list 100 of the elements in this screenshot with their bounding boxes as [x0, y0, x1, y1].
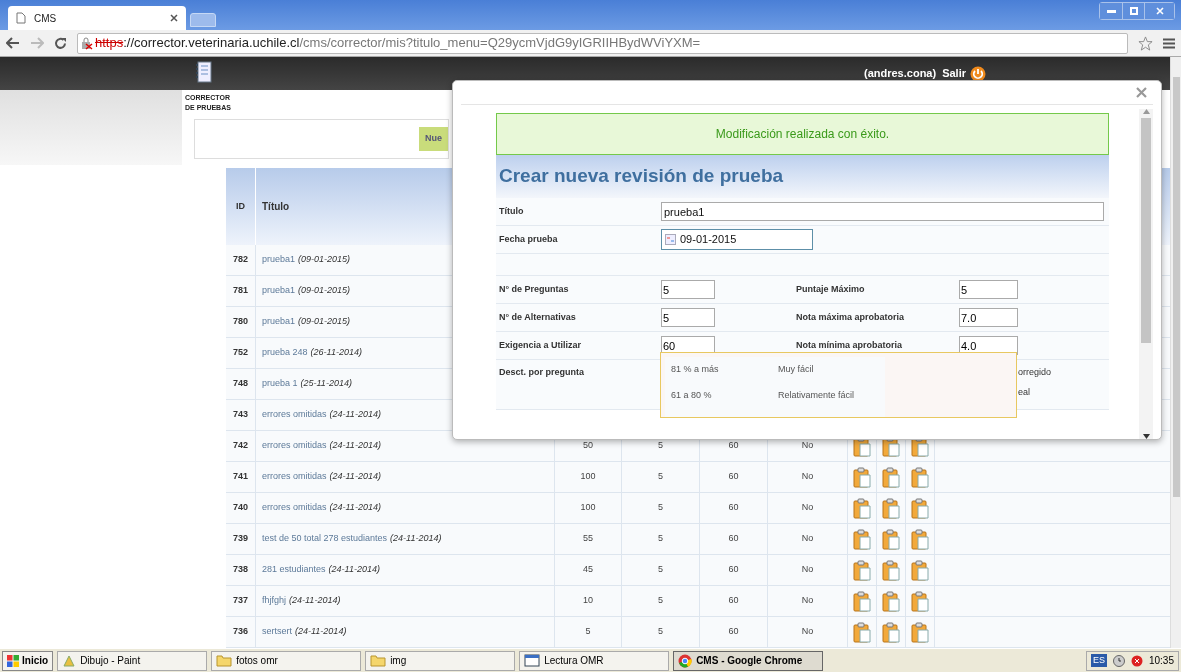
taskbar-button[interactable]: img [365, 650, 516, 671]
logout-link[interactable]: Salir [942, 65, 966, 82]
folder-icon [370, 654, 387, 667]
start-button[interactable]: Inicio [2, 650, 54, 671]
tab-title: CMS [34, 11, 58, 26]
star-icon[interactable] [1138, 35, 1153, 51]
forward-arrow-icon[interactable] [30, 37, 44, 49]
id-cell: 781 [226, 276, 256, 306]
id-cell: 782 [226, 245, 256, 275]
notebook-icon [196, 60, 212, 83]
calendar-icon[interactable] [665, 234, 676, 245]
browser-icon [678, 653, 693, 668]
title-link[interactable]: errores omitidas (24-11-2014) [256, 462, 555, 492]
clipboard-icon[interactable] [911, 590, 929, 612]
title-link[interactable]: 281 estudiantes (24-11-2014) [256, 555, 555, 585]
id-cell: 742 [226, 431, 256, 461]
table-cell: 5 [622, 617, 700, 647]
taskbar-button[interactable]: CMS - Google Chrome [673, 650, 824, 671]
table-cell: 60 [700, 524, 768, 554]
title-link[interactable]: test de 50 total 278 estudiantes (24-11-2014) [256, 524, 555, 554]
power-icon[interactable] [970, 65, 986, 82]
clipboard-icon[interactable] [853, 528, 871, 550]
dialog-scrollbar[interactable] [1139, 109, 1153, 439]
table-cell: No [768, 524, 848, 554]
clock-icon [1112, 654, 1125, 667]
clipboard-icon[interactable] [911, 559, 929, 581]
restore-button[interactable] [1122, 3, 1144, 19]
number-field[interactable]: 7.0 [959, 308, 1018, 327]
scroll-down-arrow-icon[interactable] [1142, 434, 1150, 439]
close-window-button[interactable] [1144, 3, 1174, 19]
clipboard-icon[interactable] [911, 528, 929, 550]
language-indicator[interactable]: ES [1090, 653, 1107, 668]
table-cell: 5 [622, 493, 700, 523]
table-cell: No [768, 586, 848, 616]
range-text: 81 % a más [671, 363, 720, 377]
date-field[interactable]: 09-01-2015 [661, 229, 813, 250]
clipboard-icon[interactable] [911, 466, 929, 488]
clock-text: 10:35 [1148, 654, 1174, 668]
clipboard-icon[interactable] [853, 466, 871, 488]
clipboard-icon[interactable] [882, 528, 900, 550]
id-cell: 739 [226, 524, 256, 554]
id-cell: 740 [226, 493, 256, 523]
scroll-up-arrow-icon[interactable] [1142, 109, 1150, 114]
close-icon[interactable] [170, 14, 178, 22]
title-link[interactable]: sertsert (24-11-2014) [256, 617, 555, 647]
back-arrow-icon[interactable] [6, 37, 20, 49]
clipboard-icon[interactable] [853, 590, 871, 612]
table-cell: 100 [555, 462, 622, 492]
success-message: Modificación realizada con éxito. [496, 113, 1109, 155]
reload-icon[interactable] [54, 36, 67, 50]
table-cell: No [768, 555, 848, 585]
clipboard-icon[interactable] [882, 497, 900, 519]
number-field[interactable]: 5 [661, 280, 715, 299]
clipboard-icon[interactable] [853, 621, 871, 643]
field-label: Puntaje Máximo [796, 282, 866, 296]
clipboard-icon[interactable] [882, 466, 900, 488]
table-cell: 5 [622, 462, 700, 492]
taskbar-button[interactable]: fotos omr [211, 650, 362, 671]
column-header: Título [262, 200, 290, 214]
window-icon [524, 654, 541, 667]
table-cell: 60 [700, 493, 768, 523]
taskbar-button[interactable]: Lectura OMR [519, 650, 670, 671]
difficulty-text: Muy fácil [778, 363, 814, 377]
number-field[interactable]: 5 [661, 308, 715, 327]
table-cell: 60 [700, 586, 768, 616]
field-label: Fecha prueba [498, 232, 559, 246]
id-cell: 741 [226, 462, 256, 492]
clipboard-icon[interactable] [853, 559, 871, 581]
number-field[interactable]: 5 [959, 280, 1018, 299]
windows-logo-icon [7, 654, 19, 667]
id-cell: 748 [226, 369, 256, 399]
address-field[interactable]: https://corrector.veterinaria.uchile.cl/cms/corrector/mis?titulo_menu=Q29ycmVjdG9yIGRIIHBydWViYXM= [77, 32, 1128, 54]
clipboard-icon[interactable] [911, 497, 929, 519]
range-text: 61 a 80 % [671, 389, 713, 403]
text-field[interactable]: prueba1 [661, 202, 1104, 221]
table-cell: No [768, 462, 848, 492]
table-cell: 5 [622, 555, 700, 585]
minimize-button[interactable] [1100, 3, 1122, 19]
taskbar-button[interactable]: Dibujo - Paint [57, 650, 208, 671]
table-cell: 60 [700, 555, 768, 585]
clipboard-icon[interactable] [882, 590, 900, 612]
clipboard-icon[interactable] [882, 621, 900, 643]
folder-icon [216, 654, 233, 667]
page-scrollbar[interactable] [1170, 57, 1181, 648]
new-button[interactable]: Nue [419, 127, 448, 151]
clipboard-icon[interactable] [853, 497, 871, 519]
menu-icon[interactable] [1163, 37, 1175, 49]
id-cell: 743 [226, 400, 256, 430]
clipboard-icon[interactable] [882, 559, 900, 581]
difficulty-text: Relativamente fácil [778, 389, 855, 403]
table-cell: 55 [555, 524, 622, 554]
clipboard-icon[interactable] [911, 621, 929, 643]
id-cell: 737 [226, 586, 256, 616]
table-cell: 45 [555, 555, 622, 585]
id-cell: 738 [226, 555, 256, 585]
column-header: ID [236, 199, 245, 213]
title-link[interactable]: errores omitidas (24-11-2014) [256, 493, 555, 523]
title-link[interactable]: fhjfghj (24-11-2014) [256, 586, 555, 616]
table-cell: 10 [555, 586, 622, 616]
browser-tab[interactable]: CMS [8, 6, 186, 30]
